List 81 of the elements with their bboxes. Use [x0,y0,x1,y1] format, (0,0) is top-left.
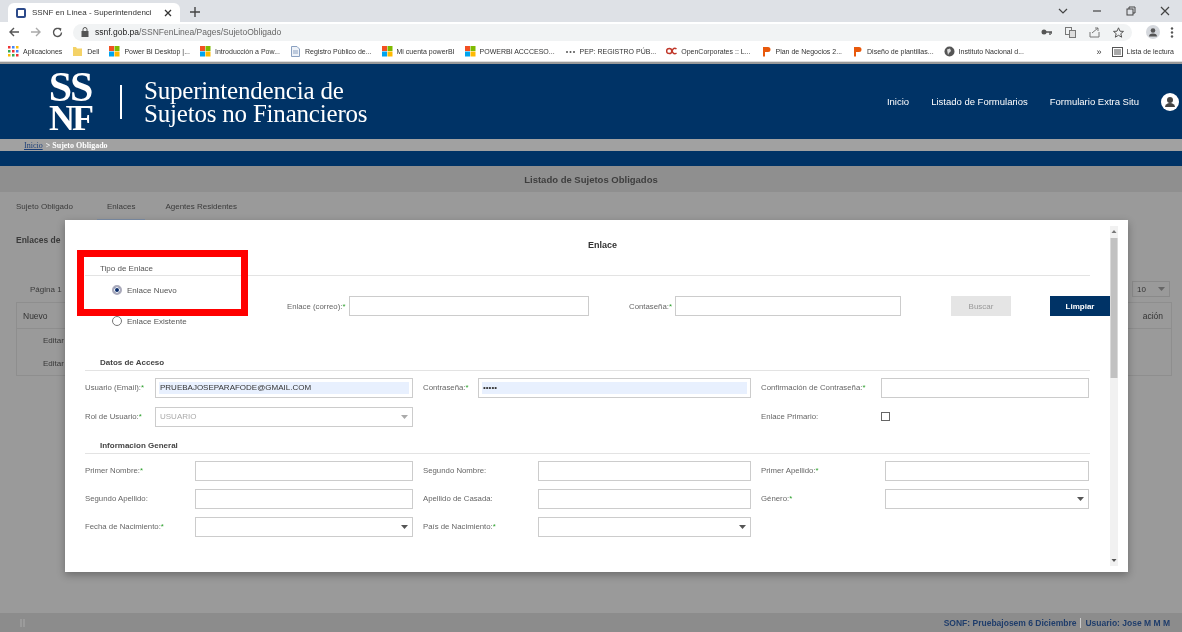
input-field[interactable]: ••••• [478,377,751,398]
system-info: SONF: Pruebajosem 6 Diciembre [943,617,1077,628]
pennant-icon [852,46,864,57]
four-squares-icon [381,46,393,57]
logo[interactable]: SS NF [36,71,104,132]
four-squares-icon [109,46,121,57]
apps-grid-icon [8,46,19,57]
tab-title: SSNF en Línea - Superintendenci [32,8,153,17]
caret-icon [401,524,408,529]
address-bar[interactable]: ssnf.gob.pa/SSNFenLinea/Pages/SujetoObligado [73,23,1132,41]
document-icon [290,46,301,57]
edit-link[interactable]: Editar [43,359,64,368]
more-bookmarks-button[interactable]: » [1096,46,1102,57]
caret-icon [1077,496,1084,501]
caret-icon [739,524,746,529]
clear-button[interactable]: Limpiar [1050,296,1110,316]
share-icon[interactable] [1089,26,1100,38]
star-icon[interactable] [1113,26,1124,38]
section-title: Enlaces de [16,235,61,247]
translate-icon[interactable] [1065,26,1076,38]
breadcrumb-link[interactable]: Inicio [24,140,43,150]
section-title: Datos de Acceso [99,358,166,369]
site-icon [16,7,26,18]
back-icon[interactable] [8,27,20,37]
forward-icon[interactable] [30,27,42,37]
list-icon [1111,46,1123,57]
page-size-select[interactable]: 10 [1132,281,1170,297]
radio-label[interactable]: Enlace Existente [127,316,187,326]
checkbox[interactable] [881,412,890,421]
field-label: Tipo de Enlace [99,263,155,275]
four-squares-icon [464,46,476,57]
rings-icon [666,46,678,57]
input-field[interactable] [195,488,413,509]
restore-icon[interactable] [1126,6,1136,16]
four-squares-icon [200,46,211,57]
minimize-icon[interactable] [1092,7,1102,15]
input-field[interactable] [538,488,751,509]
key-icon[interactable] [1041,28,1052,36]
column-header: Nuevo [23,310,48,321]
user-avatar-icon[interactable] [1161,92,1179,111]
section-title: Informacion General [99,441,179,452]
folder-icon [72,46,84,57]
dialog-title: Enlace [587,240,618,252]
chevron-down-icon[interactable] [1058,7,1068,15]
input-field[interactable] [885,460,1089,481]
radio-button[interactable] [112,285,122,295]
user-info: Usuario: Jose M M M [1085,617,1170,628]
pennant-icon [760,46,772,57]
new-tab-icon[interactable] [190,7,200,17]
pager-text: Página 1 [30,284,62,294]
close-icon[interactable] [1160,6,1170,16]
nav-link[interactable]: Formulario Extra Situ [1049,96,1139,107]
breadcrumb-current: > Sujeto Obligado [45,140,108,150]
tab[interactable]: Enlaces [96,193,146,220]
caret-icon [401,414,408,419]
edit-link[interactable]: Editar [43,336,64,345]
tab[interactable]: Agentes Residentes [165,193,251,220]
site-title: Superintendencia de Sujetos no Financieros [144,78,368,125]
input-field[interactable]: PRUEBAJOSEPARAFODE@GMAIL.COM [155,377,413,398]
url-text: ssnf.gob.pa/SSNFenLinea/Pages/SujetoObligado [95,27,282,37]
nav-link[interactable]: Listado de Formularios [931,96,1028,107]
profile-icon[interactable] [1146,25,1160,39]
page-title: Listado de Sujetos Obligados [524,173,658,185]
reload-icon[interactable] [52,26,63,38]
radio-label[interactable]: Enlace Nuevo [127,285,177,295]
input-field[interactable] [195,460,413,481]
browser-tab[interactable]: SSNF en Línea - Superintendenci [8,3,180,22]
radio-button[interactable] [112,316,122,326]
input-field[interactable] [348,296,589,316]
globe-icon [943,46,955,57]
caret-icon [1158,287,1165,291]
input-field[interactable] [881,377,1089,398]
nav-link[interactable]: Inicio [886,96,910,107]
menu-icon[interactable] [1170,26,1174,38]
tab[interactable]: Sujeto Obligado [16,193,87,220]
input-field[interactable] [674,296,901,316]
scrollbar-drawing[interactable] [1110,226,1118,566]
lock-icon [81,27,89,37]
close-icon[interactable] [164,8,172,17]
input-field[interactable] [538,460,751,481]
column-header: ación [1142,310,1163,321]
